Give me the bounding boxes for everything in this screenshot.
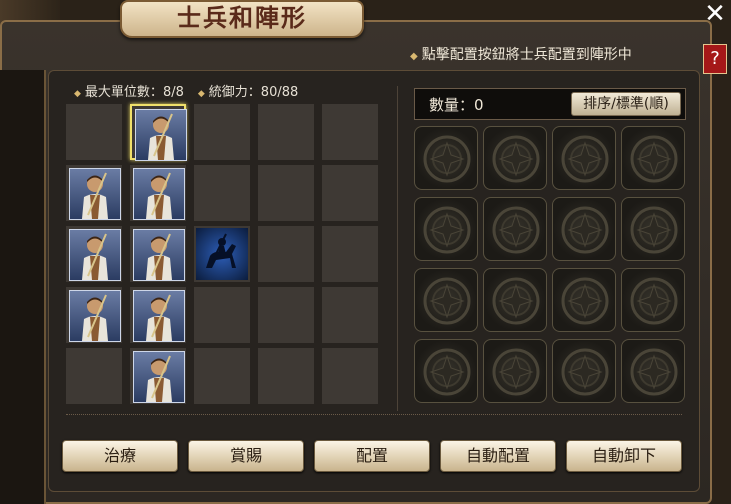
formation-cell[interactable] [194,287,250,343]
formation-cell[interactable] [66,348,122,404]
formation-cell[interactable] [66,226,122,282]
inventory-slot[interactable] [552,197,616,261]
inventory-slot[interactable] [483,268,547,332]
hint-text: 點擊配置按鈕將士兵配置到陣形中 [421,47,632,63]
inventory-slot[interactable] [483,126,547,190]
inventory-slots [412,126,688,410]
formation-cell[interactable] [130,226,186,282]
inventory-slot[interactable] [414,197,478,261]
formation-cell[interactable] [194,104,250,160]
soldier-portrait-icon[interactable] [133,168,185,220]
formation-cell[interactable] [194,165,250,221]
auto-remove-button[interactable]: 自動卸下 [566,440,682,472]
diamond-bullet-icon: ◆ [74,89,81,99]
soldier-portrait-icon[interactable] [133,290,185,342]
dialog-title: 士兵和陣形 [177,3,307,32]
formation-cell[interactable] [322,348,378,404]
formation-cell[interactable] [258,226,314,282]
command-label: 統御力： [208,85,261,100]
formation-cell[interactable] [322,287,378,343]
formation-cell[interactable] [194,348,250,404]
heal-button[interactable]: 治療 [62,440,178,472]
soldier-portrait-icon[interactable] [69,229,121,281]
formation-cell[interactable] [258,165,314,221]
formation-cell[interactable] [322,226,378,282]
count-value: 0 [474,96,484,114]
soldier-portrait-icon[interactable] [133,351,185,403]
help-button[interactable]: ? [703,44,727,74]
formation-cell[interactable] [66,287,122,343]
inventory-slot[interactable] [483,197,547,261]
close-button[interactable]: ✕ [702,1,728,28]
inventory-slot[interactable] [621,197,685,261]
panel-divider [397,86,398,411]
sort-button[interactable]: 排序/標準(順) [571,92,681,116]
auto-deploy-button[interactable]: 自動配置 [440,440,556,472]
deploy-button[interactable]: 配置 [314,440,430,472]
inventory-slot[interactable] [414,126,478,190]
instruction-hint: ◆ 點擊配置按鈕將士兵配置到陣形中 [410,44,632,64]
max-units-label: 最大單位數： [84,85,163,100]
count-label: 數量： [429,96,475,114]
formation-stats: ◆ 最大單位數：8/8 ◆ 統御力：80/88 [74,81,298,100]
formation-cell[interactable] [130,165,186,221]
inventory-slot[interactable] [483,339,547,403]
inventory-count: 數量：0 [429,94,484,115]
formation-cell[interactable] [322,165,378,221]
formation-cell[interactable] [130,287,186,343]
formation-cell[interactable] [258,104,314,160]
formation-grid [66,104,386,409]
cavalry-silhouette-icon[interactable] [196,228,248,280]
formation-cell[interactable] [130,348,186,404]
formation-cell[interactable] [322,104,378,160]
soldier-portrait-icon[interactable] [69,290,121,342]
formation-cell[interactable] [130,104,187,161]
bottom-divider [66,414,682,415]
formation-cell[interactable] [66,104,122,160]
diamond-bullet-icon: ◆ [197,89,205,99]
command-value: 80/88 [260,85,299,100]
formation-cell[interactable] [258,287,314,343]
formation-cell[interactable] [194,226,250,282]
inventory-slot[interactable] [552,339,616,403]
max-units-value: 8/8 [162,85,184,100]
formation-cell[interactable] [66,165,122,221]
soldier-portrait-icon[interactable] [133,229,185,281]
inventory-slot[interactable] [621,126,685,190]
inventory-slot[interactable] [621,339,685,403]
inventory-slot[interactable] [621,268,685,332]
inventory-count-bar: 數量：0 排序/標準(順) [414,88,686,120]
side-strip [0,70,46,504]
inventory-slot[interactable] [552,126,616,190]
inventory-slot[interactable] [414,268,478,332]
inventory-slot[interactable] [552,268,616,332]
dialog-title-plate: 士兵和陣形 [120,0,364,38]
soldier-portrait-icon[interactable] [69,168,121,220]
diamond-bullet-icon: ◆ [410,51,418,62]
inventory-slot[interactable] [414,339,478,403]
reward-button[interactable]: 賞賜 [188,440,304,472]
formation-cell[interactable] [258,348,314,404]
soldier-portrait-icon[interactable] [135,109,187,161]
